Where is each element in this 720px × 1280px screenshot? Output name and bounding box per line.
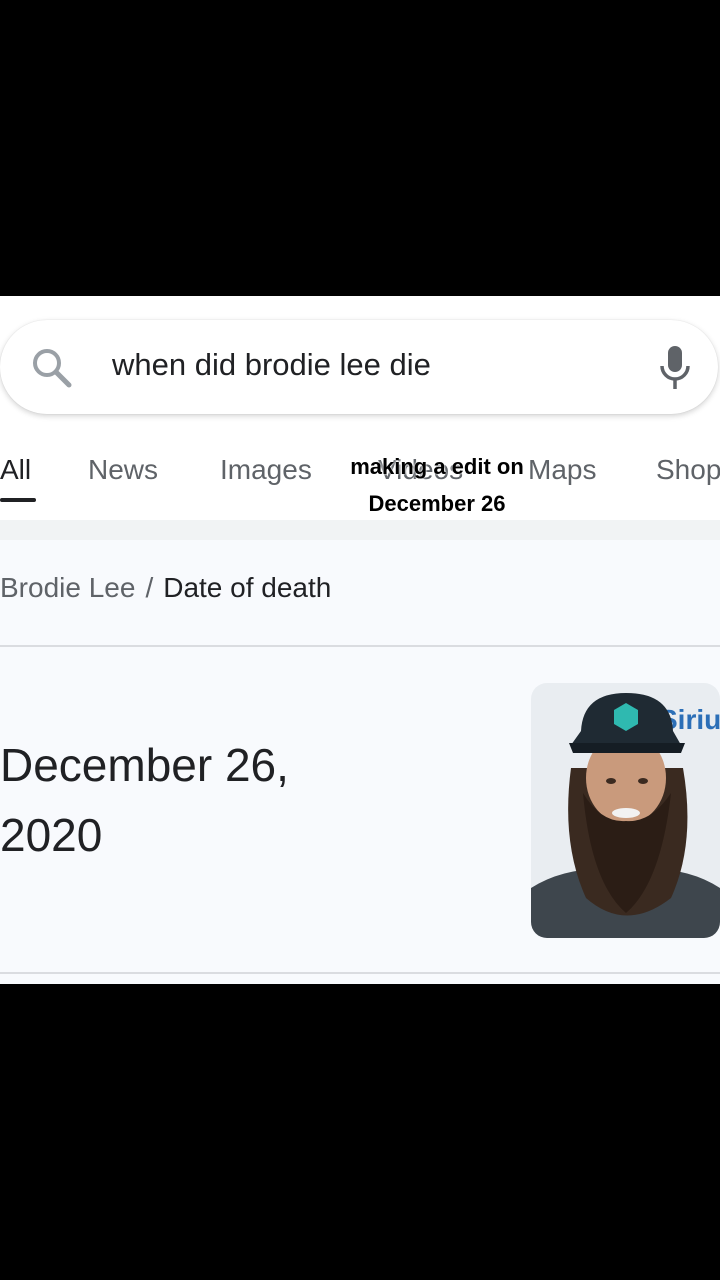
tab-news[interactable]: News bbox=[88, 454, 158, 486]
card-divider bbox=[0, 645, 720, 647]
search-icon[interactable] bbox=[30, 346, 74, 390]
caption-line-2: December 26 bbox=[368, 491, 506, 516]
answer-line-2: 2020 bbox=[0, 809, 103, 861]
answer-line-1: December 26, bbox=[0, 739, 289, 791]
section-divider bbox=[0, 520, 720, 540]
caption-line-1: making a edit on bbox=[350, 454, 524, 479]
breadcrumb-attribute: Date of death bbox=[163, 572, 332, 603]
active-tab-indicator bbox=[0, 498, 36, 502]
search-results-screen: when did brodie lee die All News Images … bbox=[0, 296, 720, 984]
portrait-image: Siriu bbox=[531, 683, 720, 938]
card-bottom-divider bbox=[0, 972, 720, 974]
entity-photo[interactable]: Siriu bbox=[531, 683, 720, 938]
tab-all[interactable]: All bbox=[0, 454, 31, 486]
breadcrumb-separator: / bbox=[145, 572, 154, 603]
breadcrumb: Brodie Lee / Date of death bbox=[0, 572, 331, 604]
answer-card: Brodie Lee / Date of death December 26, 20… bbox=[0, 540, 720, 984]
tab-images[interactable]: Images bbox=[220, 454, 312, 486]
search-input[interactable]: when did brodie lee die bbox=[112, 347, 431, 383]
breadcrumb-entity-link[interactable]: Brodie Lee bbox=[0, 572, 135, 603]
answer-date: December 26, 2020 bbox=[0, 730, 500, 870]
tab-shopping[interactable]: Shop bbox=[656, 454, 720, 486]
search-bar[interactable]: when did brodie lee die bbox=[0, 320, 718, 414]
microphone-icon[interactable] bbox=[656, 344, 694, 392]
caption-overlay: making a edit on December 26 bbox=[330, 448, 544, 522]
